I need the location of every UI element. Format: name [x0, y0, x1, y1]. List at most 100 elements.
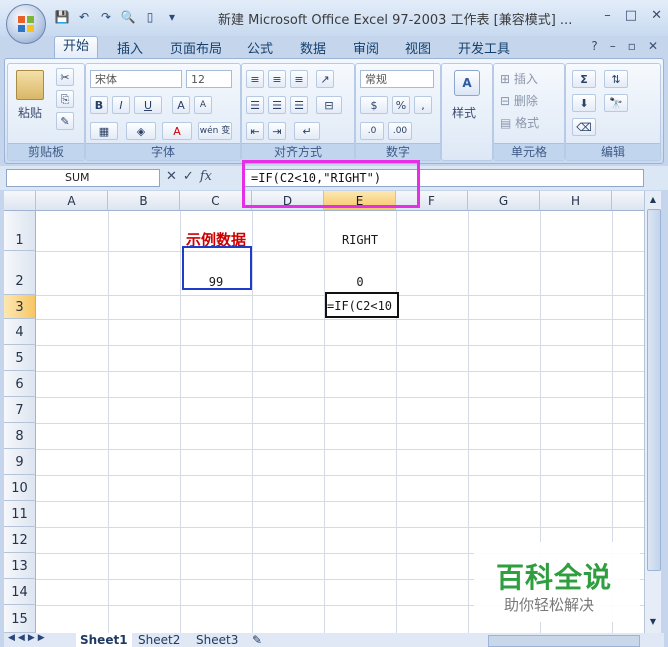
align-middle-icon[interactable]: ≡ — [268, 70, 286, 88]
tab-data[interactable]: 数据 — [300, 38, 326, 57]
find-select-icon[interactable]: 🔭 — [604, 94, 628, 112]
cell-e2[interactable]: 0 — [324, 275, 396, 289]
decrease-indent-icon[interactable]: ⇤ — [246, 122, 264, 140]
row-header-4[interactable]: 4 — [4, 319, 36, 345]
autosum-icon[interactable]: Σ — [572, 70, 596, 88]
cancel-entry-icon[interactable]: ✕ — [166, 169, 177, 184]
delete-cells-button[interactable]: ⊟ 删除 — [500, 92, 538, 109]
clear-icon[interactable]: ⌫ — [572, 118, 596, 136]
name-box[interactable]: SUM — [6, 169, 160, 187]
percent-button[interactable]: % — [392, 96, 410, 114]
tab-insert[interactable]: 插入 — [117, 38, 143, 57]
maximize-button[interactable]: □ — [625, 8, 637, 23]
column-header-a[interactable]: A — [36, 191, 108, 211]
row-header-6[interactable]: 6 — [4, 371, 36, 397]
scroll-up-icon[interactable]: ▲ — [647, 195, 659, 205]
cell-e3-editing[interactable]: =IF(C2<10 — [327, 299, 397, 313]
scroll-thumb[interactable] — [647, 209, 661, 571]
font-color-icon[interactable]: A — [162, 122, 192, 140]
tab-view[interactable]: 视图 — [405, 38, 431, 57]
sort-filter-icon[interactable]: ⇅ — [604, 70, 628, 88]
undo-icon[interactable]: ↶ — [76, 9, 92, 25]
workbook-minimize-button[interactable]: – — [610, 39, 616, 53]
phonetic-button[interactable]: wén 变 — [198, 122, 232, 140]
fill-icon[interactable]: ⬇ — [572, 94, 596, 112]
bold-button[interactable]: B — [90, 96, 108, 114]
wrap-text-icon[interactable]: ↵ — [294, 122, 320, 140]
column-header-g[interactable]: G — [468, 191, 540, 211]
workbook-close-button[interactable]: ✕ — [648, 39, 658, 53]
column-header-h[interactable]: H — [540, 191, 612, 211]
styles-label-button[interactable]: 样式 — [452, 104, 476, 121]
horizontal-scrollbar[interactable] — [488, 635, 640, 647]
grow-font-button[interactable]: A — [172, 96, 190, 114]
borders-icon[interactable]: ▦ — [90, 122, 118, 140]
workbook-restore-button[interactable]: ▫ — [628, 39, 636, 53]
help-icon[interactable]: ? — [591, 39, 597, 53]
office-button[interactable] — [6, 4, 46, 44]
insert-sheet-icon[interactable]: ✎ — [252, 633, 262, 647]
sheet-navigation-icons[interactable]: ◀◀▶▶ — [8, 633, 48, 643]
paste-icon[interactable] — [16, 70, 44, 100]
row-header-15[interactable]: 15 — [4, 605, 36, 633]
tab-page-layout[interactable]: 页面布局 — [170, 38, 222, 57]
align-bottom-icon[interactable]: ≡ — [290, 70, 308, 88]
align-center-icon[interactable]: ☰ — [268, 96, 286, 114]
redo-icon[interactable]: ↷ — [98, 9, 114, 25]
number-format-box[interactable]: 常规 — [360, 70, 434, 88]
row-header-11[interactable]: 11 — [4, 501, 36, 527]
align-right-icon[interactable]: ☰ — [290, 96, 308, 114]
tab-home[interactable]: 开始 — [54, 36, 99, 59]
insert-cells-button[interactable]: ⊞ 插入 — [500, 70, 538, 87]
cell-c2[interactable]: 99 — [180, 275, 252, 289]
comma-button[interactable]: , — [414, 96, 432, 114]
select-all-corner[interactable] — [4, 191, 36, 211]
increase-decimal-icon[interactable]: .0 — [360, 122, 384, 140]
row-header-10[interactable]: 10 — [4, 475, 36, 501]
italic-button[interactable]: I — [112, 96, 130, 114]
sheet-tab-2[interactable]: Sheet2 — [134, 633, 184, 647]
row-header-5[interactable]: 5 — [4, 345, 36, 371]
row-header-3[interactable]: 3 — [4, 295, 36, 319]
row-header-8[interactable]: 8 — [4, 423, 36, 449]
currency-icon[interactable]: $ — [360, 96, 388, 114]
row-header-13[interactable]: 13 — [4, 553, 36, 579]
fill-color-icon[interactable]: ◈ — [126, 122, 156, 140]
format-cells-button[interactable]: ▤ 格式 — [500, 114, 539, 131]
copy-icon[interactable]: ⎘ — [56, 90, 74, 108]
save-icon[interactable]: 💾 — [54, 9, 70, 25]
sheet-tab-3[interactable]: Sheet3 — [192, 633, 242, 647]
row-header-1[interactable]: 1 — [4, 211, 36, 251]
decrease-decimal-icon[interactable]: .00 — [388, 122, 412, 140]
tab-formulas[interactable]: 公式 — [247, 38, 273, 57]
font-name-box[interactable]: 宋体 — [90, 70, 182, 88]
column-header-b[interactable]: B — [108, 191, 180, 211]
print-preview-icon[interactable]: 🔍 — [120, 9, 136, 25]
shrink-font-button[interactable]: A — [194, 96, 212, 114]
tab-developer[interactable]: 开发工具 — [458, 38, 510, 57]
row-header-9[interactable]: 9 — [4, 449, 36, 475]
cell-e1[interactable]: RIGHT — [324, 233, 396, 247]
styles-icon[interactable]: A — [454, 70, 480, 96]
vertical-scrollbar[interactable]: ▲ ▼ — [644, 191, 661, 633]
customize-qat-icon[interactable]: ▾ — [164, 9, 180, 25]
increase-indent-icon[interactable]: ⇥ — [268, 122, 286, 140]
minimize-button[interactable]: – — [604, 8, 611, 23]
enter-entry-icon[interactable]: ✓ — [183, 169, 194, 184]
orientation-icon[interactable]: ↗ — [316, 70, 334, 88]
scroll-down-icon[interactable]: ▼ — [647, 617, 659, 627]
cut-icon[interactable]: ✂ — [56, 68, 74, 86]
new-document-icon[interactable]: ▯ — [142, 9, 158, 25]
align-top-icon[interactable]: ≡ — [246, 70, 264, 88]
sheet-tab-1[interactable]: Sheet1 — [76, 633, 132, 647]
insert-function-button[interactable]: fx — [200, 169, 212, 184]
tab-review[interactable]: 审阅 — [353, 38, 379, 57]
format-painter-icon[interactable]: ✎ — [56, 112, 74, 130]
font-size-box[interactable]: 12 — [186, 70, 232, 88]
row-header-14[interactable]: 14 — [4, 579, 36, 605]
row-header-12[interactable]: 12 — [4, 527, 36, 553]
row-header-7[interactable]: 7 — [4, 397, 36, 423]
merge-center-icon[interactable]: ⊟ — [316, 96, 342, 114]
close-button[interactable]: ✕ — [651, 8, 662, 23]
align-left-icon[interactable]: ☰ — [246, 96, 264, 114]
